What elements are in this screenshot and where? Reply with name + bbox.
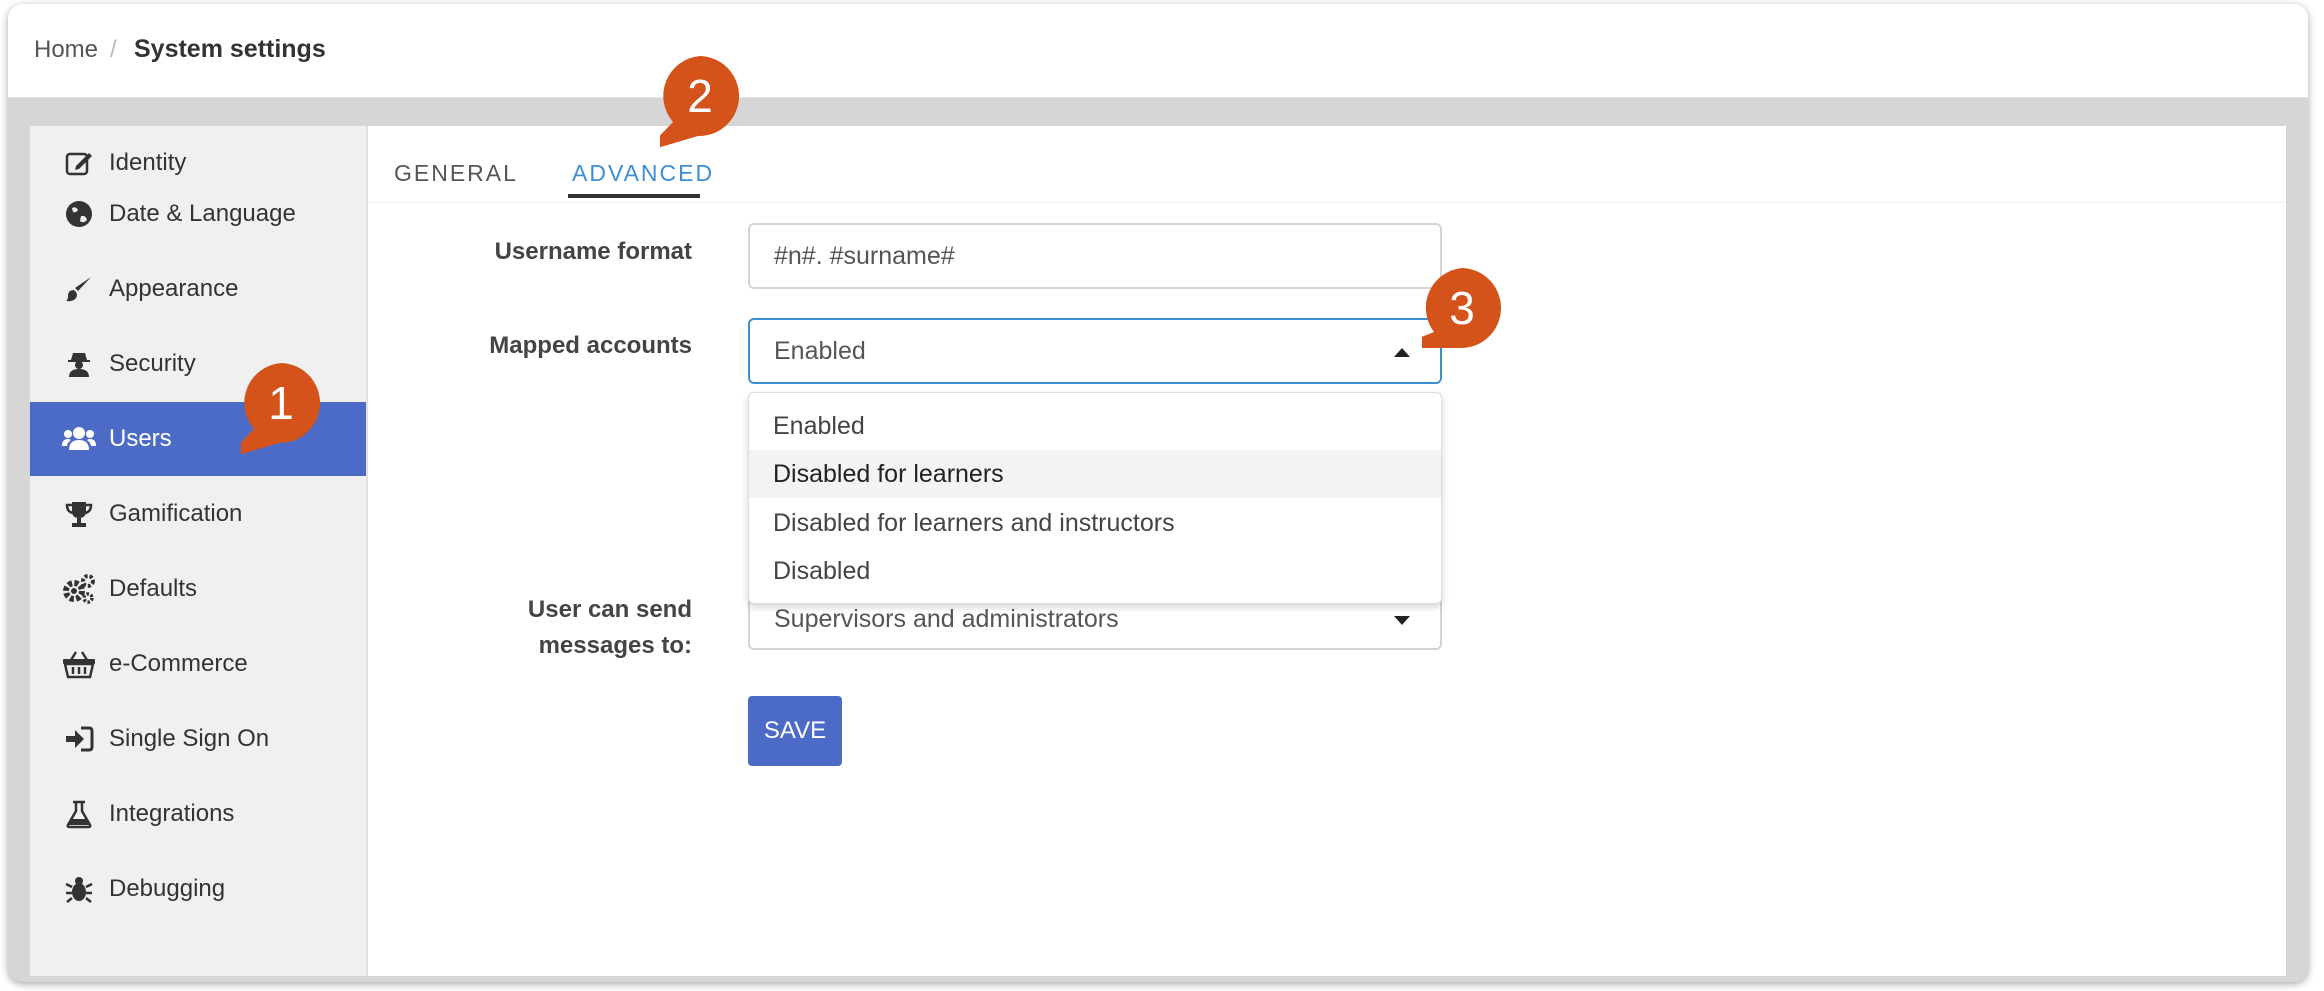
save-button[interactable]: SAVE	[748, 696, 842, 766]
gears-icon	[62, 572, 96, 606]
sidebar-item-label: Defaults	[109, 575, 198, 602]
tab-general[interactable]: GENERAL	[394, 160, 518, 187]
app-window: Home / System settings Identity Date & L…	[8, 4, 2308, 982]
sidebar-item-gamification[interactable]: Gamification	[30, 477, 366, 551]
sidebar-item-appearance[interactable]: Appearance	[30, 252, 366, 326]
sidebar-item-label: Appearance	[109, 275, 239, 302]
sidebar-item-label: e-Commerce	[109, 650, 248, 677]
users-icon	[62, 422, 96, 456]
sidebar-item-ecommerce[interactable]: e-Commerce	[30, 627, 366, 701]
flask-icon	[62, 797, 96, 831]
send-messages-label-line2: messages to:	[538, 632, 692, 659]
active-tab-indicator	[568, 194, 700, 198]
sidebar-item-label: Debugging	[109, 875, 226, 902]
user-secret-icon	[62, 347, 96, 381]
dropdown-option[interactable]: Disabled	[749, 547, 1441, 595]
sidebar-item-date-language[interactable]: Date & Language	[30, 177, 366, 251]
edit-icon	[62, 146, 96, 180]
sidebar-item-label: Security	[109, 350, 196, 377]
send-messages-value: Supervisors and administrators	[774, 604, 1119, 633]
tab-advanced[interactable]: ADVANCED	[572, 160, 714, 187]
chevron-up-icon	[1394, 348, 1410, 357]
username-format-input[interactable]: #n#. #surname#	[748, 223, 1442, 289]
username-format-value: #n#. #surname#	[774, 241, 955, 270]
settings-panel: Identity Date & Language Appearance Secu…	[30, 126, 2286, 976]
trophy-icon	[62, 497, 96, 531]
callout-number: 3	[1449, 282, 1475, 334]
sidebar-item-integrations[interactable]: Integrations	[30, 777, 366, 851]
globe-icon	[62, 197, 96, 231]
main-content: GENERAL ADVANCED Username format #n#. #s…	[368, 126, 2286, 976]
mapped-accounts-value: Enabled	[774, 336, 866, 365]
basket-icon	[62, 647, 96, 681]
sidebar-item-label: Date & Language	[109, 200, 296, 227]
sidebar-item-label: Integrations	[109, 800, 235, 827]
sidebar-item-label: Users	[109, 425, 172, 452]
callout-number: 1	[268, 377, 294, 429]
sidebar-item-defaults[interactable]: Defaults	[30, 552, 366, 626]
settings-sidebar: Identity Date & Language Appearance Secu…	[30, 126, 368, 976]
send-messages-label: User can send messages to:	[402, 592, 692, 664]
callout-marker-3: 3	[1422, 268, 1518, 368]
username-format-label: Username format	[494, 238, 692, 265]
sidebar-item-label: Identity	[109, 149, 187, 176]
mapped-accounts-dropdown: Enabled Disabled for learners Disabled f…	[748, 392, 1442, 604]
mapped-accounts-select[interactable]: Enabled	[748, 318, 1442, 384]
brush-icon	[62, 272, 96, 306]
dropdown-option-highlighted[interactable]: Disabled for learners	[749, 450, 1441, 498]
callout-marker-1: 1	[241, 363, 337, 463]
page-title: System settings	[134, 35, 326, 63]
dropdown-option[interactable]: Disabled for learners and instructors	[749, 499, 1441, 547]
breadcrumb-home[interactable]: Home	[34, 36, 98, 64]
bug-icon	[62, 872, 96, 906]
sidebar-item-debugging[interactable]: Debugging	[30, 852, 366, 926]
callout-number: 2	[687, 70, 713, 122]
callout-marker-2: 2	[660, 56, 756, 156]
chevron-down-icon	[1394, 616, 1410, 625]
sidebar-item-label: Single Sign On	[109, 725, 270, 752]
breadcrumb-separator: /	[110, 36, 117, 63]
tab-bar: GENERAL ADVANCED	[368, 126, 2286, 203]
dropdown-option[interactable]: Enabled	[749, 402, 1441, 450]
top-bar: Home / System settings	[8, 4, 2308, 98]
mapped-accounts-label: Mapped accounts	[489, 332, 692, 359]
sidebar-item-sso[interactable]: Single Sign On	[30, 702, 366, 776]
sidebar-item-label: Gamification	[109, 500, 243, 527]
sign-in-icon	[62, 722, 96, 756]
send-messages-label-line1: User can send	[527, 596, 692, 623]
